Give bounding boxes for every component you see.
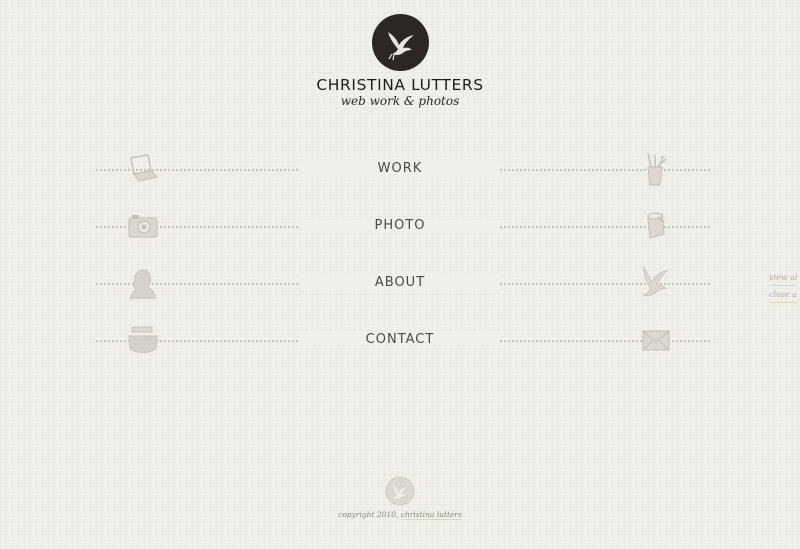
film-roll-icon	[647, 212, 665, 239]
nav-row-about: ABOUT	[0, 263, 800, 303]
nav-photo[interactable]: PHOTO	[300, 218, 500, 233]
nav-contact[interactable]: CONTACT	[300, 332, 500, 347]
copyright-text: copyright 2010,	[338, 510, 399, 519]
nav-about[interactable]: ABOUT	[300, 275, 500, 290]
dove-icon	[388, 32, 414, 61]
envelope-icon	[642, 330, 670, 351]
nav-row-work: WORK	[0, 149, 800, 189]
brand-tagline: web work & photos	[340, 94, 460, 108]
logo[interactable]	[372, 14, 429, 71]
nav-row-contact: CONTACT	[0, 320, 800, 360]
author-link[interactable]: christina lutters	[400, 510, 462, 520]
camera-icon	[128, 215, 158, 238]
typewriter-icon	[128, 326, 158, 353]
footer: copyright 2010, christina lutters	[250, 510, 550, 520]
pencil-cup-icon	[647, 152, 667, 186]
woman-silhouette-icon	[129, 269, 157, 299]
dove-icon	[642, 266, 669, 297]
laptop-icon	[130, 154, 159, 182]
nav-row-photo: PHOTO	[0, 206, 800, 246]
dove-icon	[385, 476, 415, 506]
close-all-link[interactable]: close all	[769, 287, 797, 303]
nav-work[interactable]: WORK	[300, 161, 500, 176]
side-links: view all close all	[769, 270, 800, 304]
brand-name: CHRISTINA LUTTERS	[316, 76, 484, 94]
view-all-link[interactable]: view all	[769, 270, 797, 286]
